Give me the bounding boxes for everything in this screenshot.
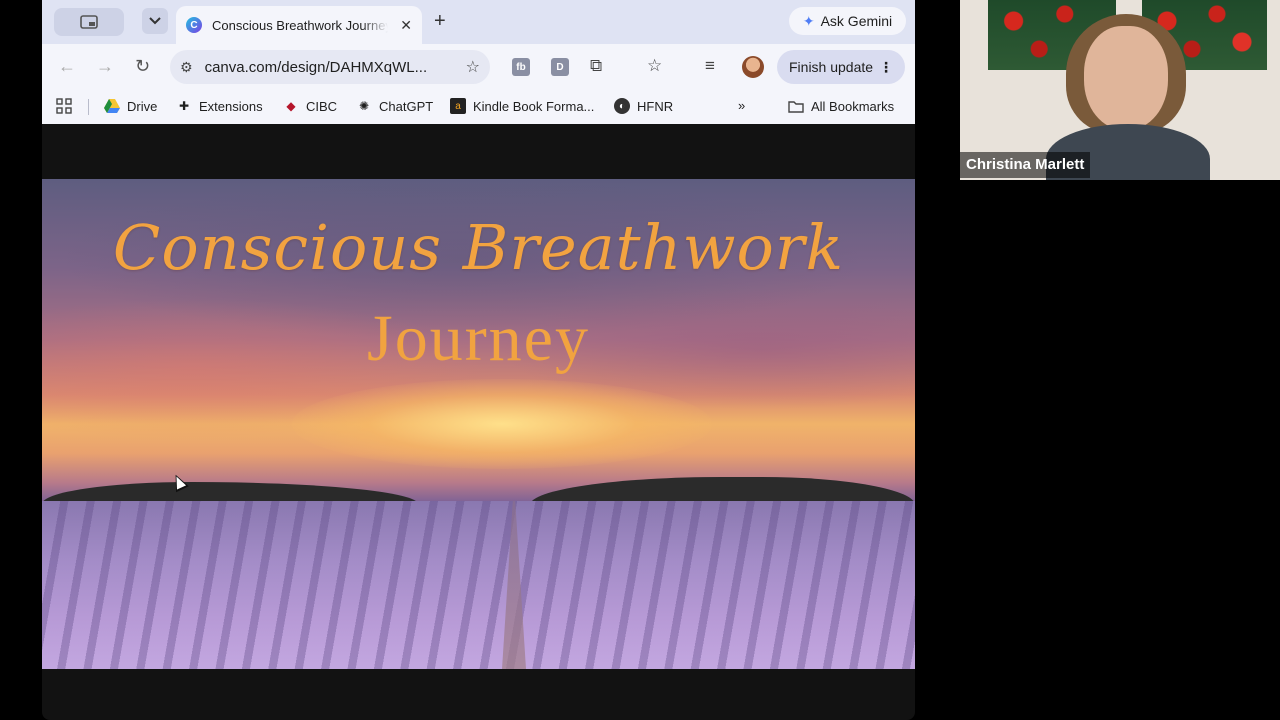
presentation-slide: Conscious Breathwork Journey (42, 179, 915, 669)
close-icon[interactable]: ✕ (400, 17, 412, 34)
all-bookmarks-button[interactable]: All Bookmarks (788, 98, 894, 114)
profile-avatar[interactable] (742, 56, 764, 78)
finish-update-button[interactable]: Finish update ⋮ (777, 50, 905, 84)
tab-group-button[interactable] (54, 8, 124, 36)
page-content: Conscious Breathwork Journey (42, 124, 915, 720)
folder-icon (788, 98, 804, 114)
apps-grid-icon[interactable] (56, 98, 72, 114)
bookmark-label: Extensions (199, 98, 263, 114)
bookmark-kindle[interactable]: a Kindle Book Forma... (450, 98, 594, 114)
globe-icon: ◐ (614, 98, 630, 114)
lavender-field (42, 501, 915, 669)
puzzle-icon: ✚ (178, 99, 190, 113)
address-bar[interactable]: ⚙ canva.com/design/DAHMXqWL... ☆ (170, 50, 490, 84)
window-icon (80, 15, 98, 29)
canva-favicon-icon: C (186, 17, 202, 33)
participant-name: Christina Marlett (960, 152, 1091, 178)
bookmark-label: ChatGPT (379, 98, 434, 114)
bookmarks-divider (88, 99, 89, 115)
url-text: canva.com/design/DAHMXqWL... (204, 58, 428, 76)
extension-fb-icon[interactable]: fb (512, 58, 530, 76)
media-queue-icon[interactable]: ≡ (705, 56, 715, 76)
sunset-glow (292, 379, 712, 469)
slide-title: Conscious Breathwork (112, 211, 845, 284)
drive-icon (104, 98, 120, 114)
reading-list-star-icon[interactable]: ☆ (647, 56, 662, 76)
reload-icon[interactable]: ↻ (135, 56, 150, 76)
tab-search-button[interactable] (142, 8, 168, 34)
extensions-puzzle-icon[interactable]: ⧉ (590, 56, 602, 76)
extension-d-icon[interactable]: D (551, 58, 569, 76)
bookmark-drive[interactable]: Drive (104, 98, 157, 114)
more-bookmarks-chevron-icon[interactable]: » (738, 98, 745, 113)
bookmark-label: Kindle Book Forma... (473, 98, 595, 114)
kindle-icon: a (450, 98, 466, 114)
bookmark-label: Drive (127, 98, 158, 114)
all-bookmarks-label: All Bookmarks (811, 98, 895, 114)
chevron-down-icon (149, 17, 161, 25)
chatgpt-icon: ✺ (358, 99, 370, 113)
bookmark-cibc[interactable]: ◆ CIBC (283, 98, 337, 114)
finish-update-label: Finish update (789, 59, 874, 75)
site-info-icon[interactable]: ⚙ (180, 59, 193, 76)
slide-subtitle: Journey (367, 302, 590, 375)
bookmark-label: HFNR (637, 98, 674, 114)
bookmark-chatgpt[interactable]: ✺ ChatGPT (356, 98, 433, 114)
new-tab-button[interactable]: + (434, 10, 446, 32)
bookmarks-bar: Drive ✚ Extensions ◆ CIBC ✺ ChatGPT a Ki… (42, 90, 915, 124)
forward-arrow-icon[interactable]: → (96, 56, 114, 76)
browser-toolbar: ← → ↻ ⚙ canva.com/design/DAHMXqWL... ☆ f… (42, 44, 915, 90)
cibc-icon: ◆ (286, 99, 296, 113)
bookmark-extensions[interactable]: ✚ Extensions (176, 98, 263, 114)
ask-gemini-button[interactable]: ✦ Ask Gemini (789, 7, 906, 35)
screen: C Conscious Breathwork Journey ✕ + ✦ Ask… (0, 0, 1280, 720)
back-arrow-icon[interactable]: ← (58, 56, 76, 76)
bookmark-star-icon[interactable]: ☆ (466, 57, 480, 77)
more-menu-icon: ⋮ (879, 58, 893, 75)
participant-face (1084, 26, 1168, 130)
ask-gemini-label: Ask Gemini (820, 13, 893, 29)
participant-video-tile: Christina Marlett (960, 0, 1280, 180)
tab-active[interactable]: C Conscious Breathwork Journey ✕ (176, 6, 422, 44)
tab-strip: C Conscious Breathwork Journey ✕ + ✦ Ask… (42, 0, 915, 44)
gemini-sparkle-icon: ✦ (802, 12, 815, 29)
bookmark-hfnr[interactable]: ◐ HFNR (614, 98, 673, 114)
tab-title: Conscious Breathwork Journey (212, 17, 388, 33)
bookmark-label: CIBC (306, 98, 338, 114)
browser-window: C Conscious Breathwork Journey ✕ + ✦ Ask… (42, 0, 915, 720)
